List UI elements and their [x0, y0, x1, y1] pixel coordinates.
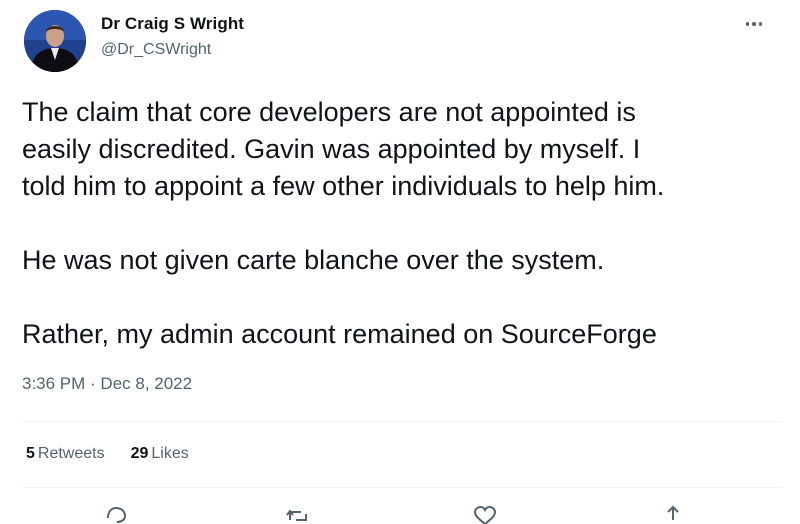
- tweet-paragraph: He was not given carte blanche over the …: [22, 245, 605, 275]
- more-options-button[interactable]: [737, 12, 771, 36]
- heart-icon: [473, 505, 497, 524]
- share-icon: [667, 505, 679, 520]
- divider: [22, 421, 782, 422]
- reply-icon: [107, 506, 127, 523]
- tweet-stats: 5 Retweets 29 Likes: [26, 445, 189, 463]
- retweets-stat[interactable]: 5 Retweets: [26, 445, 105, 463]
- author-handle[interactable]: @Dr_CSWright: [101, 41, 211, 59]
- like-button[interactable]: [470, 504, 500, 524]
- retweet-icon: [286, 509, 307, 521]
- tweet-timestamp[interactable]: 3:36 PM · Dec 8, 2022: [22, 374, 192, 394]
- tweet-paragraph: The claim that core developers are not a…: [22, 97, 665, 201]
- retweets-count: 5: [26, 445, 35, 462]
- retweets-label: Retweets: [37, 445, 105, 462]
- tweet-card: Dr Craig S Wright @Dr_CSWright The claim…: [0, 0, 800, 524]
- author-display-name[interactable]: Dr Craig S Wright: [101, 14, 244, 34]
- share-button[interactable]: [658, 504, 688, 524]
- likes-count: 29: [130, 445, 149, 462]
- more-dots-icon: [745, 22, 750, 26]
- avatar[interactable]: [24, 10, 86, 72]
- likes-label: Likes: [151, 445, 189, 462]
- divider: [22, 487, 782, 488]
- retweet-button[interactable]: [283, 504, 313, 524]
- tweet-actions: [0, 504, 800, 524]
- avatar-image: [24, 10, 86, 72]
- reply-button[interactable]: [101, 504, 131, 524]
- tweet-paragraph: Rather, my admin account remained on Sou…: [22, 319, 657, 349]
- likes-stat[interactable]: 29 Likes: [131, 445, 189, 463]
- tweet-text: The claim that core developers are not a…: [22, 94, 782, 353]
